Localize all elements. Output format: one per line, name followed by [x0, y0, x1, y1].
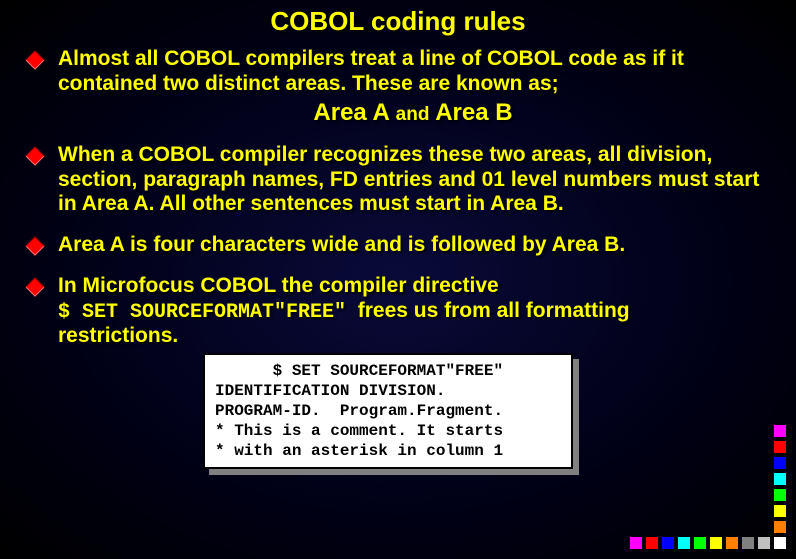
bullet-icon — [25, 146, 45, 166]
bullet-3: Area A is four characters wide and is fo… — [28, 233, 768, 258]
square-icon — [630, 537, 642, 549]
square-icon — [678, 537, 690, 549]
bullet-text: Area A is four characters wide and is fo… — [58, 233, 768, 258]
square-icon — [774, 489, 786, 501]
bullet-icon — [25, 236, 45, 256]
code-box: $ SET SOURCEFORMAT"FREE" IDENTIFICATION … — [203, 353, 573, 469]
square-icon — [742, 537, 754, 549]
code-l5: * with an asterisk in column 1 — [215, 442, 503, 460]
code-l2: IDENTIFICATION DIVISION. — [215, 382, 445, 400]
decorative-squares-vertical — [774, 425, 786, 533]
decorative-squares-horizontal — [630, 537, 786, 549]
square-icon — [774, 505, 786, 517]
square-icon — [774, 473, 786, 485]
area-line: Area A and Area B — [58, 99, 768, 127]
bullet-text: In Microfocus COBOL the compiler directi… — [58, 274, 768, 349]
area-a-label: Area A — [313, 99, 389, 126]
slide-content: Almost all COBOL compilers treat a line … — [0, 37, 796, 469]
square-icon — [726, 537, 738, 549]
square-icon — [710, 537, 722, 549]
square-icon — [758, 537, 770, 549]
code-example-box: $ SET SOURCEFORMAT"FREE" IDENTIFICATION … — [203, 353, 573, 469]
square-icon — [774, 537, 786, 549]
square-icon — [662, 537, 674, 549]
square-icon — [646, 537, 658, 549]
bullet-icon — [25, 50, 45, 70]
code-l1: $ SET SOURCEFORMAT"FREE" — [215, 362, 503, 380]
bullet-4-line1: In Microfocus COBOL the compiler directi… — [58, 274, 499, 297]
bullet-text: When a COBOL compiler recognizes these t… — [58, 143, 768, 217]
square-icon — [774, 425, 786, 437]
square-icon — [694, 537, 706, 549]
square-icon — [774, 457, 786, 469]
directive-code: $ SET SOURCEFORMAT"FREE" — [58, 301, 346, 324]
bullet-4: In Microfocus COBOL the compiler directi… — [28, 274, 768, 349]
slide-title: COBOL coding rules — [0, 0, 796, 37]
bullet-4-line2b: restrictions. — [58, 324, 178, 347]
bullet-1: Almost all COBOL compilers treat a line … — [28, 47, 768, 127]
square-icon — [774, 521, 786, 533]
bullet-2: When a COBOL compiler recognizes these t… — [28, 143, 768, 217]
and-label: and — [396, 104, 430, 125]
bullet-1-text: Almost all COBOL compilers treat a line … — [58, 47, 684, 95]
square-icon — [774, 441, 786, 453]
area-b-label: Area B — [435, 99, 512, 126]
bullet-4-line2a-txt: frees us from all formatting — [358, 299, 630, 322]
bullet-icon — [25, 277, 45, 297]
bullet-text: Almost all COBOL compilers treat a line … — [58, 47, 768, 127]
code-l4: * This is a comment. It starts — [215, 422, 503, 440]
code-l3: PROGRAM-ID. Program.Fragment. — [215, 402, 503, 420]
